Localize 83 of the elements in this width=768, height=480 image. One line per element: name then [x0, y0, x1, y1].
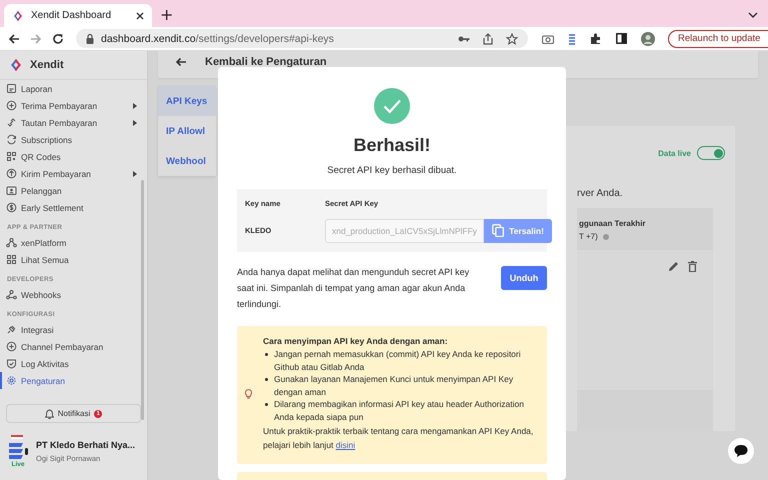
lightbulb-icon: [245, 389, 252, 399]
sidebar-item[interactable]: Pengaturan: [0, 372, 147, 389]
company-name: PT Kledo Berhati Nya...: [36, 440, 136, 450]
sidebar-item[interactable]: Early Settlement: [0, 199, 147, 216]
settings-tab[interactable]: Webhool: [158, 146, 216, 176]
sidebar-item[interactable]: Kirim Pembayaran: [0, 165, 147, 182]
contact-card-icon: [6, 185, 17, 196]
description-text: rver Anda.: [577, 188, 624, 199]
notice-text: Anda hanya dapat melihat dan mengunduh secret API key saat ini. Simpanlah di tempat yang aman agar akun Anda terlindungi.: [237, 266, 470, 311]
sidebar-item[interactable]: Lihat Semua: [0, 251, 147, 268]
learn-more-link[interactable]: disini: [336, 440, 356, 450]
shield-check-icon: [6, 358, 17, 369]
tips-footer: Untuk praktik-praktik terbaik tentang cara mengamankan API Key Anda, pelajari lebih lanjut disini: [263, 424, 537, 452]
repeat-icon: [6, 134, 17, 145]
arrow-up-circle-icon: [6, 168, 17, 179]
download-button[interactable]: Unduh: [501, 266, 547, 290]
network-icon: [6, 237, 17, 248]
close-icon[interactable]: [136, 12, 144, 20]
scrollbar[interactable]: [141, 180, 144, 420]
trash-icon[interactable]: [688, 261, 697, 272]
report-icon: [6, 83, 17, 94]
logo-icon: [8, 57, 24, 73]
dialog-title: Berhasil!: [353, 135, 431, 156]
puzzle-icon[interactable]: [590, 32, 602, 44]
sidebar-item[interactable]: Webhooks: [0, 286, 147, 303]
company-logo-icon: [8, 435, 28, 461]
lock-icon: [86, 34, 94, 44]
reload-icon[interactable]: [52, 32, 64, 44]
bullet-icon: [265, 378, 268, 381]
sidebar-item[interactable]: Tautan Pembayaran: [0, 114, 147, 131]
key-icon[interactable]: [458, 34, 470, 42]
column-header: T +7): [579, 232, 598, 241]
sidebar-item[interactable]: xenPlatform: [0, 234, 147, 251]
tips-heading: Cara menyimpan API key Anda dengan aman:: [263, 336, 449, 346]
camera-icon[interactable]: [542, 34, 554, 44]
bullet-icon: [265, 403, 268, 406]
tab-title: Xendit Dashboard: [31, 10, 112, 21]
bullet-icon: [265, 353, 268, 356]
browser-tab[interactable]: Xendit Dashboard: [4, 4, 152, 27]
side-panel-icon[interactable]: [616, 33, 627, 44]
gear-icon: [6, 375, 17, 386]
tip-text: Gunakan layanan Manajemen Kunci untuk menyimpan API Key dengan aman: [274, 373, 514, 398]
sidebar-item[interactable]: Pelanggan: [0, 182, 147, 199]
star-icon[interactable]: [506, 32, 518, 44]
tip-text: Jangan pernah memasukkan (commit) API key Anda ke repositori Github atau Gitlab Anda: [274, 348, 522, 373]
live-toggle[interactable]: [697, 146, 725, 160]
sidebar-item[interactable]: Subscriptions: [0, 131, 147, 148]
copy-icon: [492, 224, 504, 237]
address-bar[interactable]: dashboard.xendit.co/settings/developers#api-keys: [76, 29, 528, 48]
page-title: Kembali ke Pengaturan: [205, 56, 327, 68]
pencil-icon[interactable]: [668, 261, 679, 272]
back-icon[interactable]: [8, 32, 20, 44]
sidebar-item[interactable]: Log Aktivitas: [0, 355, 147, 372]
new-tab-button[interactable]: +: [156, 5, 178, 25]
avatar-icon[interactable]: [641, 32, 655, 46]
sidebar-item[interactable]: Laporan: [0, 80, 147, 97]
url-text: dashboard.xendit.co/settings/developers#api-keys: [101, 32, 334, 44]
settings-tab[interactable]: IP Allowl: [158, 116, 216, 146]
chat-button-icon[interactable]: [728, 438, 754, 464]
dialog-subtitle: Secret API key berhasil dibuat.: [327, 165, 457, 176]
grid-icon: [6, 254, 17, 265]
relaunch-button[interactable]: Relaunch to update: [668, 30, 768, 48]
share-icon[interactable]: [483, 32, 493, 44]
brand-name: Xendit: [30, 59, 64, 71]
chevron-down-icon[interactable]: [748, 12, 758, 18]
sidebar-item[interactable]: QR Codes: [0, 148, 147, 165]
plus-circle-icon: [6, 341, 17, 352]
bell-icon: [44, 408, 54, 418]
sidebar-item[interactable]: Integrasi: [0, 321, 147, 338]
dollar-circle-icon: [6, 202, 17, 213]
qr-code-icon: [6, 151, 17, 162]
stacked-lines-icon[interactable]: [568, 32, 576, 44]
logo-icon: [12, 10, 24, 22]
sidebar-item[interactable]: Channel Pembayaran: [0, 338, 147, 355]
column-header: ggunaan Terakhir: [579, 219, 647, 228]
tip-text: Dilarang membagikan informasi API key atau header Authorization Anda kepada siapa pun: [274, 398, 525, 423]
back-arrow-icon[interactable]: [175, 56, 187, 66]
plus-circle-icon: [6, 100, 17, 111]
info-icon: [602, 234, 609, 240]
webhook-icon: [6, 289, 17, 300]
check-circle-icon: [374, 88, 410, 124]
sidebar-item[interactable]: Terima Pembayaran: [0, 97, 147, 114]
toggle-label: Data live: [658, 148, 691, 158]
